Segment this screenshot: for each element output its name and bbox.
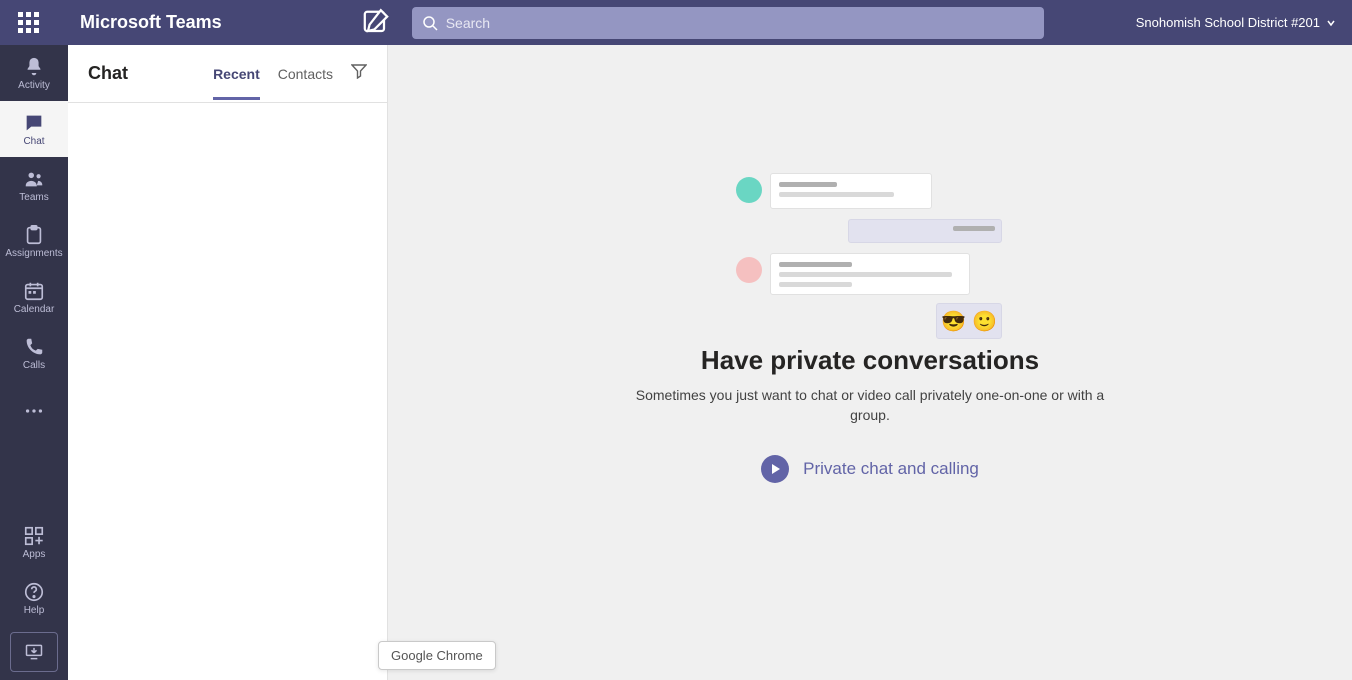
top-bar: Microsoft Teams Snohomish School Distric… — [0, 0, 1352, 45]
phone-icon — [23, 336, 45, 358]
rail-item-help[interactable]: Help — [0, 570, 68, 626]
search-box[interactable] — [412, 7, 1044, 39]
taskbar-tooltip: Google Chrome — [378, 641, 496, 670]
download-app-button[interactable] — [10, 632, 58, 672]
help-icon — [23, 581, 45, 603]
ellipsis-icon — [23, 400, 45, 422]
bell-icon — [23, 56, 45, 78]
people-icon — [23, 168, 45, 190]
rail-item-more[interactable] — [0, 383, 68, 439]
rail-label: Calls — [23, 360, 45, 371]
calendar-icon — [23, 280, 45, 302]
illustration-bubble-icon — [848, 219, 1002, 243]
filter-button[interactable] — [351, 63, 367, 84]
tenant-switcher[interactable]: Snohomish School District #201 — [1136, 15, 1340, 30]
illustration-bubble-icon — [770, 253, 970, 295]
filter-icon — [351, 63, 367, 79]
illustration-emoji-bubble-icon: 😎 🙂 — [936, 303, 1002, 339]
illustration-bubble-icon — [770, 173, 932, 209]
main-content: 😎 🙂 Have private conversations Sometimes… — [388, 45, 1352, 680]
rail-item-chat[interactable]: Chat — [0, 101, 68, 157]
waffle-icon — [18, 12, 39, 33]
rail-item-calls[interactable]: Calls — [0, 325, 68, 381]
rail-label: Calendar — [14, 304, 55, 315]
rail-item-apps[interactable]: Apps — [0, 514, 68, 570]
empty-state-title: Have private conversations — [701, 345, 1039, 376]
illustration-avatar-icon — [736, 177, 762, 203]
play-icon — [761, 455, 789, 483]
empty-state-subtitle: Sometimes you just want to chat or video… — [630, 386, 1110, 425]
new-chat-button[interactable] — [360, 7, 392, 39]
empty-state-illustration: 😎 🙂 — [746, 173, 994, 345]
search-icon — [422, 15, 438, 31]
tab-recent[interactable]: Recent — [213, 48, 260, 100]
app-rail: Activity Chat Teams Assignments Calendar… — [0, 45, 68, 680]
download-icon — [24, 642, 44, 662]
tenant-name: Snohomish School District #201 — [1136, 15, 1320, 30]
search-input[interactable] — [446, 15, 1034, 31]
rail-label: Assignments — [5, 248, 62, 259]
rail-item-activity[interactable]: Activity — [0, 45, 68, 101]
cta-label: Private chat and calling — [803, 459, 979, 479]
brand-title: Microsoft Teams — [80, 12, 222, 33]
rail-item-assignments[interactable]: Assignments — [0, 213, 68, 269]
apps-icon — [23, 525, 45, 547]
chat-list-header: Chat Recent Contacts — [68, 45, 387, 103]
assignments-icon — [23, 224, 45, 246]
rail-item-calendar[interactable]: Calendar — [0, 269, 68, 325]
compose-icon — [360, 7, 392, 39]
app-launcher-button[interactable] — [8, 0, 48, 45]
rail-label: Apps — [23, 549, 46, 560]
chat-list-pane: Chat Recent Contacts — [68, 45, 388, 680]
chevron-down-icon — [1326, 18, 1336, 28]
chat-list-title: Chat — [88, 63, 128, 84]
chat-icon — [23, 112, 45, 134]
rail-label: Activity — [18, 80, 50, 91]
private-chat-cta[interactable]: Private chat and calling — [761, 455, 979, 483]
rail-label: Help — [24, 605, 45, 616]
rail-label: Teams — [19, 192, 48, 203]
rail-label: Chat — [23, 136, 44, 147]
illustration-avatar-icon — [736, 257, 762, 283]
tab-contacts[interactable]: Contacts — [278, 48, 333, 100]
rail-item-teams[interactable]: Teams — [0, 157, 68, 213]
